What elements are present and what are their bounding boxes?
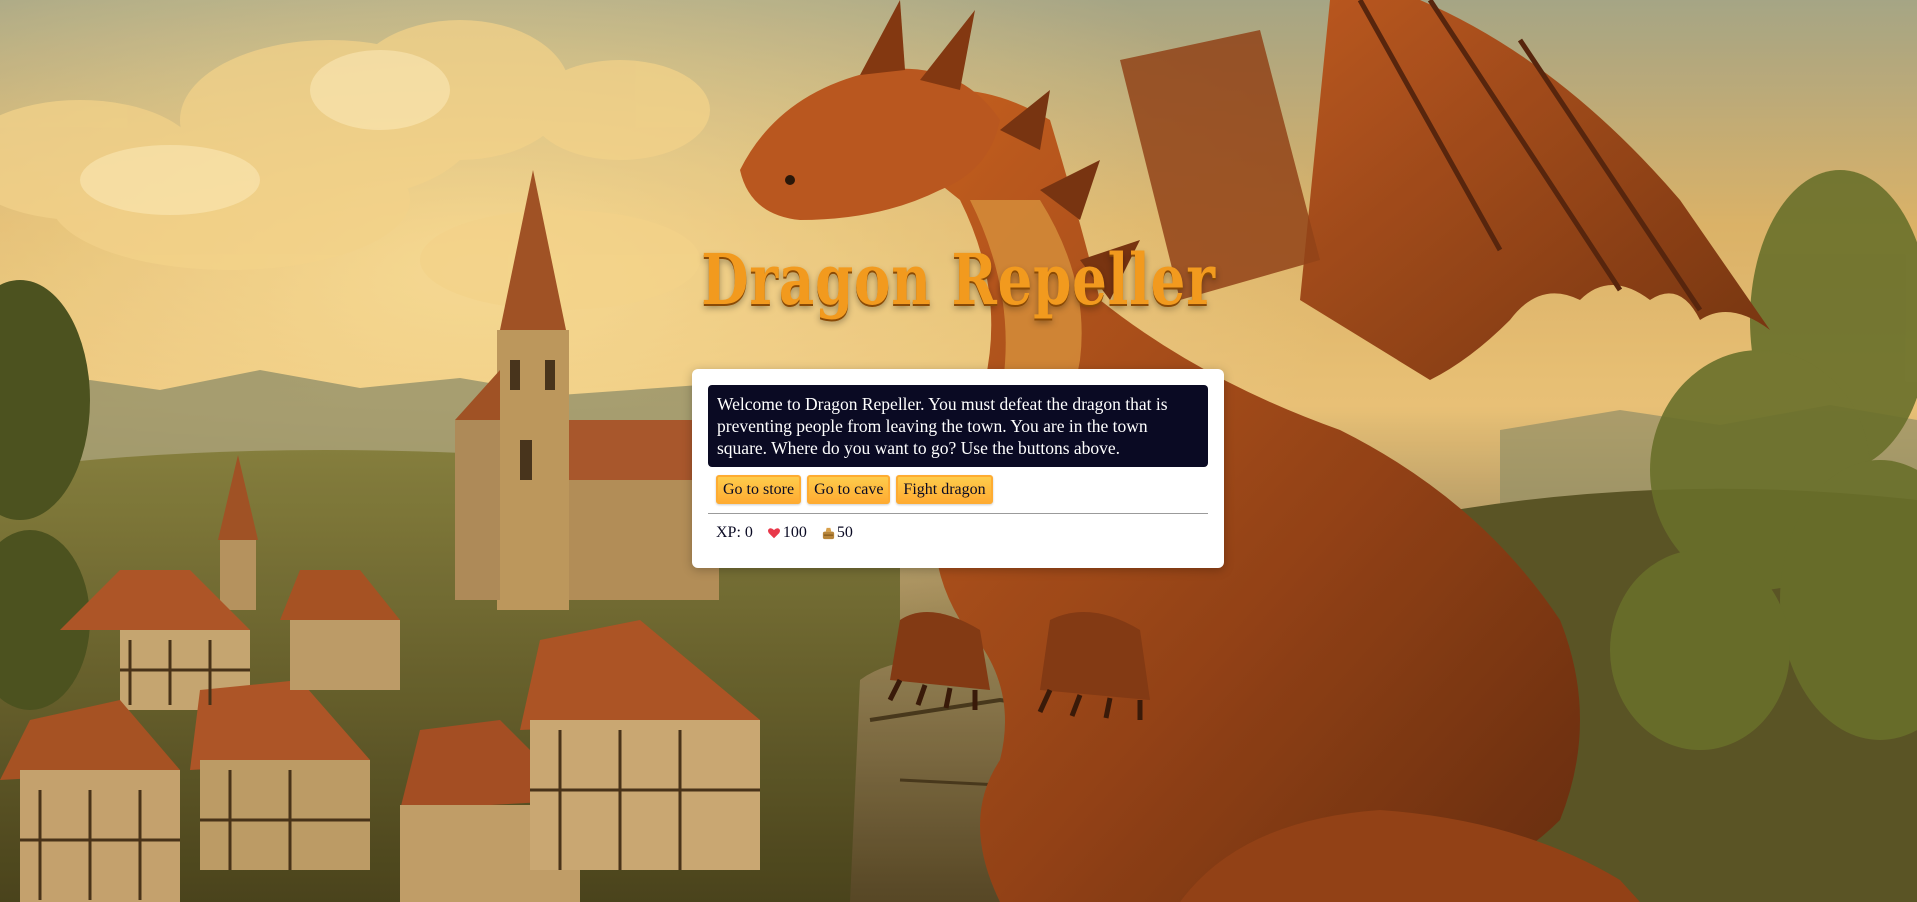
xp-label: XP:: [716, 524, 741, 541]
game-panel: Welcome to Dragon Repeller. You must def…: [692, 369, 1224, 568]
xp-stat: XP: 0: [716, 524, 753, 542]
gold-bag-icon: [822, 527, 835, 539]
game-title: Dragon Repeller: [701, 238, 1216, 321]
go-to-store-button[interactable]: Go to store: [716, 475, 802, 504]
fight-dragon-button[interactable]: Fight dragon: [896, 475, 993, 504]
gold-value: 50: [836, 524, 853, 541]
health-stat: 100: [767, 524, 807, 542]
stats-bar: XP: 0 100 50: [708, 514, 1208, 542]
health-value: 100: [782, 524, 807, 541]
game-message: Welcome to Dragon Repeller. You must def…: [708, 385, 1208, 467]
heart-icon: [767, 528, 780, 539]
gold-stat: 50: [821, 524, 853, 542]
go-to-cave-button[interactable]: Go to cave: [807, 475, 891, 504]
xp-value: 0: [744, 524, 753, 541]
controls: Go to store Go to cave Fight dragon: [708, 467, 1208, 504]
